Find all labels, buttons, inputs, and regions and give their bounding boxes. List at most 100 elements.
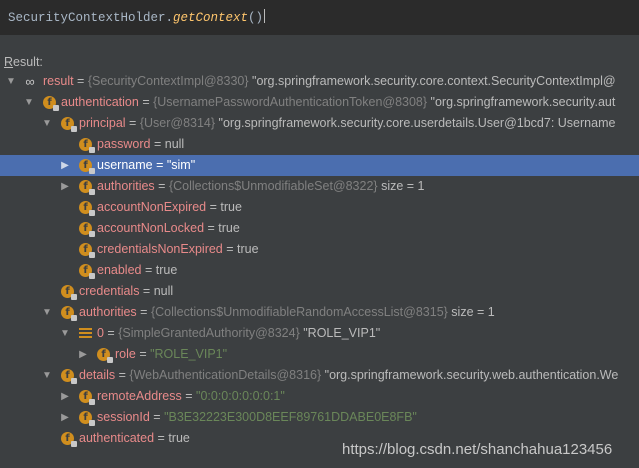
node-name: enabled — [97, 263, 142, 277]
node-equals: = — [181, 389, 197, 403]
node-name: role — [115, 347, 136, 361]
tree-row-accountNonLocked[interactable]: f accountNonLocked = true — [0, 218, 639, 239]
node-value: null — [153, 284, 174, 298]
expression-method: getContext — [173, 11, 249, 25]
tree-row-remoteAddress[interactable]: ▶ f remoteAddress = "0:0:0:0:0:0:0:1" — [0, 386, 639, 407]
node-equals: = — [115, 368, 130, 382]
node-name: authentication — [61, 95, 139, 109]
node-equals: = — [103, 326, 119, 340]
node-string-value: "0:0:0:0:0:0:0:1" — [196, 389, 285, 403]
node-name: details — [79, 368, 116, 382]
node-name: credentialsNonExpired — [97, 242, 223, 256]
field-icon: f — [79, 222, 95, 237]
node-equals: = — [125, 116, 140, 130]
expression-text: SecurityContextHolder.getContext() — [8, 9, 266, 25]
tree-row-principal[interactable]: ▼ f principal = {User@8314} "org.springf… — [0, 113, 639, 134]
node-equals: = — [139, 284, 154, 298]
node-value: null — [164, 137, 185, 151]
expanded-arrow-icon[interactable]: ▼ — [24, 92, 34, 113]
node-name: authenticated — [79, 431, 155, 445]
node-size: size = 1 — [377, 179, 425, 193]
node-name: password — [97, 137, 151, 151]
node-name: 0 — [97, 326, 104, 340]
field-icon: f — [43, 96, 59, 111]
collapsed-arrow-icon[interactable]: ▶ — [78, 344, 88, 365]
node-name: accountNonLocked — [97, 221, 205, 235]
result-label-mnemonic: R — [4, 55, 14, 69]
node-name: remoteAddress — [97, 389, 182, 403]
node-name: username — [97, 158, 153, 172]
node-equals: = — [135, 347, 151, 361]
expanded-arrow-icon[interactable]: ▼ — [6, 71, 16, 92]
node-equals: = — [204, 221, 219, 235]
tree-row-accountNonExpired[interactable]: f accountNonExpired = true — [0, 197, 639, 218]
expanded-arrow-icon[interactable]: ▼ — [42, 113, 52, 134]
node-equals: = — [138, 95, 154, 109]
node-equals: = — [150, 137, 165, 151]
node-reference: {SimpleGrantedAuthority@8324} — [118, 326, 300, 340]
expanded-arrow-icon[interactable]: ▼ — [42, 365, 52, 386]
node-equals: = — [141, 263, 156, 277]
array-element-icon — [79, 328, 92, 339]
field-icon: f — [79, 390, 95, 405]
tree-row-authentication[interactable]: ▼ f authentication = {UsernamePasswordAu… — [0, 92, 639, 113]
expanded-arrow-icon[interactable]: ▼ — [60, 323, 70, 344]
node-value: "ROLE_VIP1" — [299, 326, 381, 340]
field-icon: f — [61, 369, 77, 384]
node-value: true — [237, 242, 259, 256]
field-icon: f — [79, 201, 95, 216]
node-value: true — [220, 200, 242, 214]
node-value: true — [218, 221, 240, 235]
tree-row-sessionId[interactable]: ▶ f sessionId = "B3E32223E300D8EEF89761D… — [0, 407, 639, 428]
node-value: "org.springframework.security.core.conte… — [248, 74, 616, 88]
tree-row-role[interactable]: ▶ f role = "ROLE_VIP1" — [0, 344, 639, 365]
node-equals: = — [222, 242, 238, 256]
node-name: authorities — [79, 305, 137, 319]
watermark-text: https://blog.csdn.net/shanchahua123456 — [342, 441, 613, 458]
node-string-value: "ROLE_VIP1" — [150, 347, 228, 361]
node-equals: = — [154, 179, 169, 193]
text-cursor — [264, 9, 266, 23]
expanded-arrow-icon[interactable]: ▼ — [42, 302, 52, 323]
tree-row-enabled[interactable]: f enabled = true — [0, 260, 639, 281]
node-reference: {UsernamePasswordAuthenticationToken@830… — [153, 95, 428, 109]
node-name: credentials — [79, 284, 140, 298]
node-reference: {Collections$UnmodifiableSet@8322} — [168, 179, 378, 193]
tree-row-authorities[interactable]: ▼ f authorities = {Collections$Unmodifia… — [0, 302, 639, 323]
node-name: result — [43, 74, 74, 88]
expression-parens: () — [248, 11, 264, 25]
tree-row-result[interactable]: ▼ ∞ result = {SecurityContextImpl@8330} … — [0, 71, 639, 92]
node-equals: = — [149, 410, 165, 424]
field-icon: f — [79, 180, 95, 195]
node-value: "org.springframework.security.aut — [427, 95, 616, 109]
tree-row-username[interactable]: ▶ f username = "sim" — [0, 155, 639, 176]
expression-class: SecurityContextHolder. — [8, 11, 174, 25]
expression-editor[interactable]: SecurityContextHolder.getContext() — [0, 0, 639, 35]
node-name: sessionId — [97, 410, 150, 424]
tree-row-principal-authorities[interactable]: ▶ f authorities = {Collections$Unmodifia… — [0, 176, 639, 197]
tree-row-credentials[interactable]: f credentials = null — [0, 281, 639, 302]
tree-row-details[interactable]: ▼ f details = {WebAuthenticationDetails@… — [0, 365, 639, 386]
collapsed-arrow-icon[interactable]: ▶ — [60, 407, 70, 428]
node-equals: = — [73, 74, 88, 88]
field-icon: f — [79, 138, 95, 153]
tree-row-password[interactable]: f password = null — [0, 134, 639, 155]
field-icon: f — [61, 432, 77, 447]
collapsed-arrow-icon[interactable]: ▶ — [60, 386, 70, 407]
collapsed-arrow-icon[interactable]: ▶ — [60, 155, 70, 176]
node-equals: = — [154, 431, 169, 445]
field-icon: f — [97, 348, 113, 363]
collapsed-arrow-icon[interactable]: ▶ — [60, 176, 70, 197]
watch-result-icon: ∞ — [25, 74, 35, 89]
field-icon: f — [79, 243, 95, 258]
node-reference: {User@8314} — [139, 116, 216, 130]
node-name: accountNonExpired — [97, 200, 207, 214]
tree-row-element-0[interactable]: ▼ 0 = {SimpleGrantedAuthority@8324} "ROL… — [0, 323, 639, 344]
node-value: true — [168, 431, 190, 445]
node-name: authorities — [97, 179, 155, 193]
field-icon: f — [79, 264, 95, 279]
result-label-text: esult: — [13, 55, 43, 69]
node-value: true — [155, 263, 178, 277]
node-reference: {WebAuthenticationDetails@8316} — [129, 368, 322, 382]
tree-row-credentialsNonExpired[interactable]: f credentialsNonExpired = true — [0, 239, 639, 260]
